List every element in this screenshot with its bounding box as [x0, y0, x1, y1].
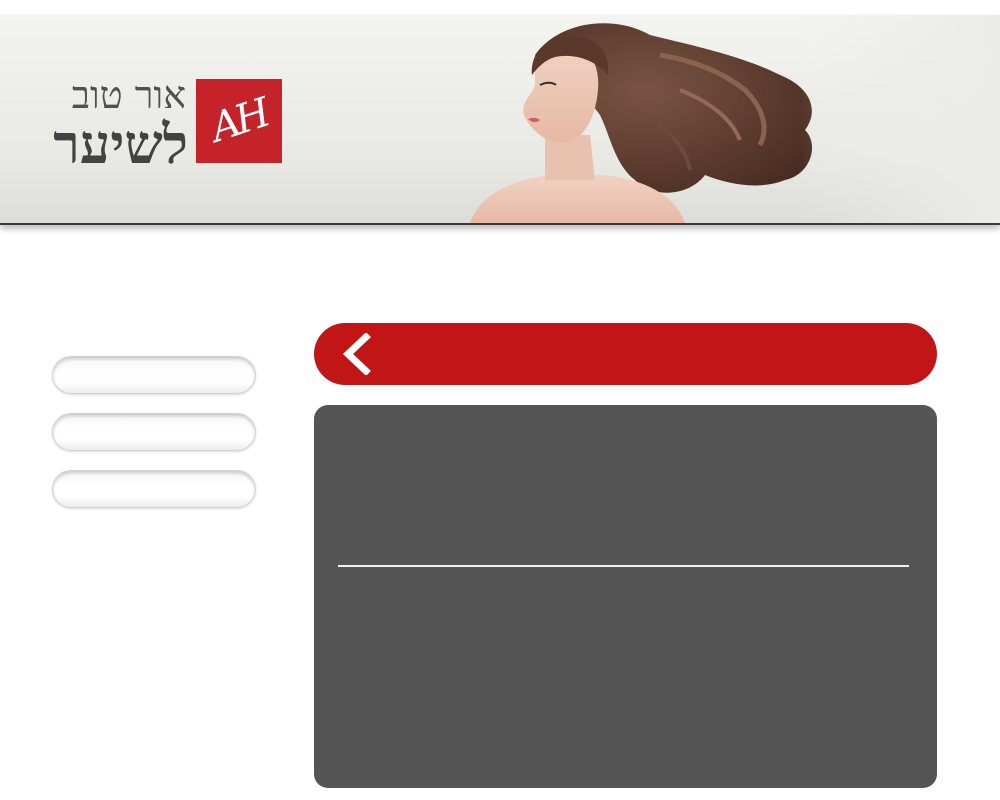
hero-image	[470, 23, 813, 223]
chevron-left-icon[interactable]	[338, 333, 378, 375]
site-header: אור טוב לשיער AH	[0, 15, 1000, 225]
header-fade	[800, 15, 1000, 223]
logo-line-1: אור טוב	[71, 73, 186, 117]
page: אור טוב לשיער AH	[0, 0, 1000, 800]
site-logo-text[interactable]: אור טוב לשיער	[28, 75, 188, 173]
logo-line-2: לשיער	[53, 112, 188, 176]
title-bar	[314, 323, 937, 385]
logo-monogram[interactable]: AH	[196, 79, 282, 163]
sidebar-button-1[interactable]	[52, 356, 256, 394]
content-panel	[314, 405, 937, 788]
logo-monogram-text: AH	[205, 90, 273, 152]
panel-divider	[338, 565, 909, 567]
sidebar-button-3[interactable]	[52, 470, 256, 508]
sidebar-button-2[interactable]	[52, 413, 256, 451]
